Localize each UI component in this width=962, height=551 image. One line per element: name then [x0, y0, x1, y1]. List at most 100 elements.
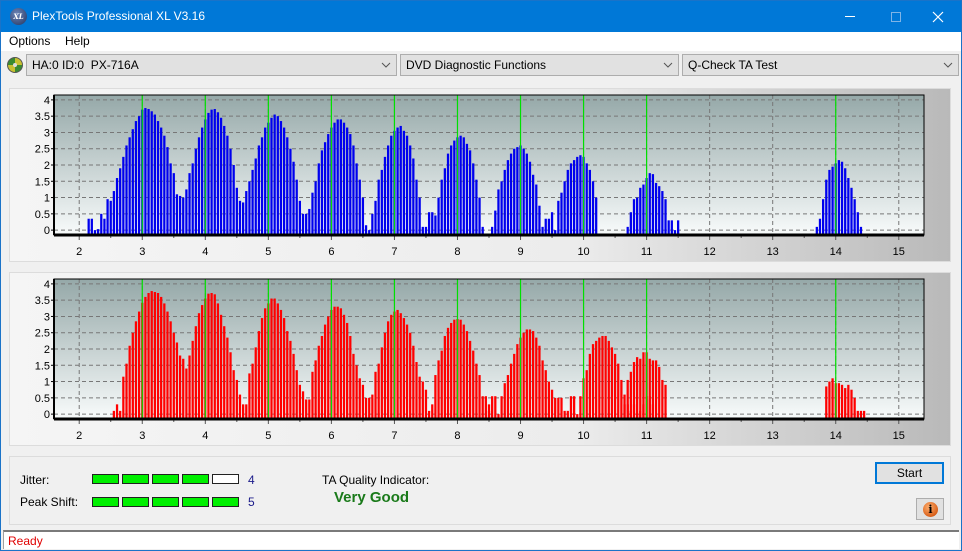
histogram-bar — [383, 156, 387, 235]
histogram-bar — [651, 174, 655, 235]
minimize-icon — [845, 16, 855, 17]
histogram-bar — [172, 332, 175, 419]
histogram-bar — [355, 163, 358, 235]
function-select[interactable]: DVD Diagnostic Functions — [400, 54, 679, 76]
histogram-bar — [821, 199, 825, 235]
histogram-bar — [585, 370, 588, 419]
start-button[interactable]: Start — [875, 462, 944, 484]
minimize-button[interactable] — [827, 1, 873, 32]
histogram-bar — [361, 197, 365, 235]
histogram-bar — [831, 166, 834, 235]
histogram-bar — [626, 379, 629, 419]
jitter-meter-segment — [122, 474, 149, 484]
histogram-bar — [336, 119, 339, 235]
histogram-bar — [270, 117, 273, 235]
x-tick-label: 7 — [391, 430, 397, 442]
histogram-bar — [481, 396, 484, 419]
jitter-meter-segment — [182, 474, 209, 484]
menu-options[interactable]: Options — [9, 34, 50, 48]
histogram-bar — [434, 375, 437, 419]
histogram-bar — [323, 324, 327, 419]
x-tick-label: 11 — [641, 246, 652, 258]
histogram-bar — [150, 291, 153, 419]
jitter-meter — [92, 474, 239, 484]
x-tick-label: 5 — [265, 246, 271, 258]
histogram-bar — [850, 389, 853, 419]
histogram-bar — [311, 192, 314, 235]
histogram-bar — [169, 163, 172, 235]
histogram-bar — [125, 363, 128, 419]
histogram-bar — [506, 160, 510, 235]
histogram-bar — [636, 357, 639, 419]
histogram-bar — [144, 108, 147, 235]
histogram-bar — [465, 143, 469, 235]
histogram-bar — [664, 384, 667, 419]
histogram-bar — [264, 127, 267, 235]
histogram-bar — [333, 122, 336, 235]
histogram-bar — [301, 391, 305, 419]
histogram-bar — [254, 158, 257, 235]
y-tick-label: 0.5 — [35, 393, 50, 405]
histogram-bar — [371, 213, 374, 235]
histogram-bar — [557, 200, 560, 235]
histogram-bar — [661, 379, 664, 419]
histogram-bar — [654, 182, 658, 235]
histogram-bar — [450, 322, 453, 419]
maximize-button[interactable] — [873, 1, 919, 32]
histogram-bar — [305, 399, 308, 419]
histogram-bar — [172, 173, 175, 235]
y-tick-label: 0 — [44, 225, 50, 237]
histogram-bar — [402, 130, 406, 235]
close-button[interactable] — [915, 1, 961, 32]
histogram-bar — [115, 404, 119, 419]
menu-help[interactable]: Help — [65, 34, 90, 48]
peak-shift-value: 5 — [248, 495, 255, 509]
histogram-bar — [853, 199, 856, 235]
histogram-bar — [346, 322, 349, 419]
peak-shift-meter — [92, 497, 239, 507]
y-tick-label: 3.5 — [35, 111, 50, 123]
peak-shift-meter-segment — [182, 497, 209, 507]
histogram-bar — [377, 179, 380, 235]
histogram-bar — [156, 121, 160, 235]
histogram-bar — [178, 195, 182, 235]
y-tick-label: 3 — [44, 127, 50, 139]
histogram-bar — [358, 179, 361, 235]
histogram-bar — [115, 178, 119, 235]
app-logo-icon: XL — [10, 8, 27, 25]
histogram-bar — [160, 127, 163, 235]
x-tick-label: 2 — [76, 246, 82, 258]
histogram-bar — [251, 169, 254, 235]
histogram-bar — [491, 396, 494, 419]
y-tick-label: 2.5 — [35, 144, 50, 156]
histogram-bar — [431, 212, 434, 235]
histogram-bar — [547, 381, 551, 419]
drive-select[interactable]: HA:0 ID:0 PX-716A — [26, 54, 397, 76]
histogram-bar — [494, 210, 497, 235]
y-tick-label: 2 — [44, 160, 50, 172]
peak-shift-meter-segment — [152, 497, 179, 507]
histogram-bar — [576, 156, 579, 235]
histogram-bar — [544, 370, 547, 419]
info-button[interactable]: i — [916, 498, 944, 520]
status-bar: Ready — [3, 530, 959, 549]
title-bar: XL PlexTools Professional XL V3.16 — [1, 1, 961, 32]
histogram-bar — [595, 197, 598, 235]
histogram-bar — [446, 153, 450, 235]
histogram-bar — [676, 220, 680, 235]
histogram-bar — [516, 344, 519, 419]
histogram-bar — [112, 191, 116, 235]
histogram-bar — [273, 114, 276, 235]
x-tick-label: 15 — [893, 430, 905, 442]
histogram-bar — [374, 200, 377, 235]
histogram-bar — [191, 340, 194, 419]
histogram-bar — [333, 306, 336, 419]
histogram-bar — [216, 112, 220, 235]
test-select[interactable]: Q-Check TA Test — [682, 54, 959, 76]
histogram-bar — [317, 163, 320, 235]
x-tick-label: 8 — [454, 430, 460, 442]
histogram-bar — [396, 309, 399, 419]
histogram-bar — [163, 303, 166, 419]
x-tick-label: 3 — [139, 246, 145, 258]
histogram-bar — [339, 119, 342, 235]
